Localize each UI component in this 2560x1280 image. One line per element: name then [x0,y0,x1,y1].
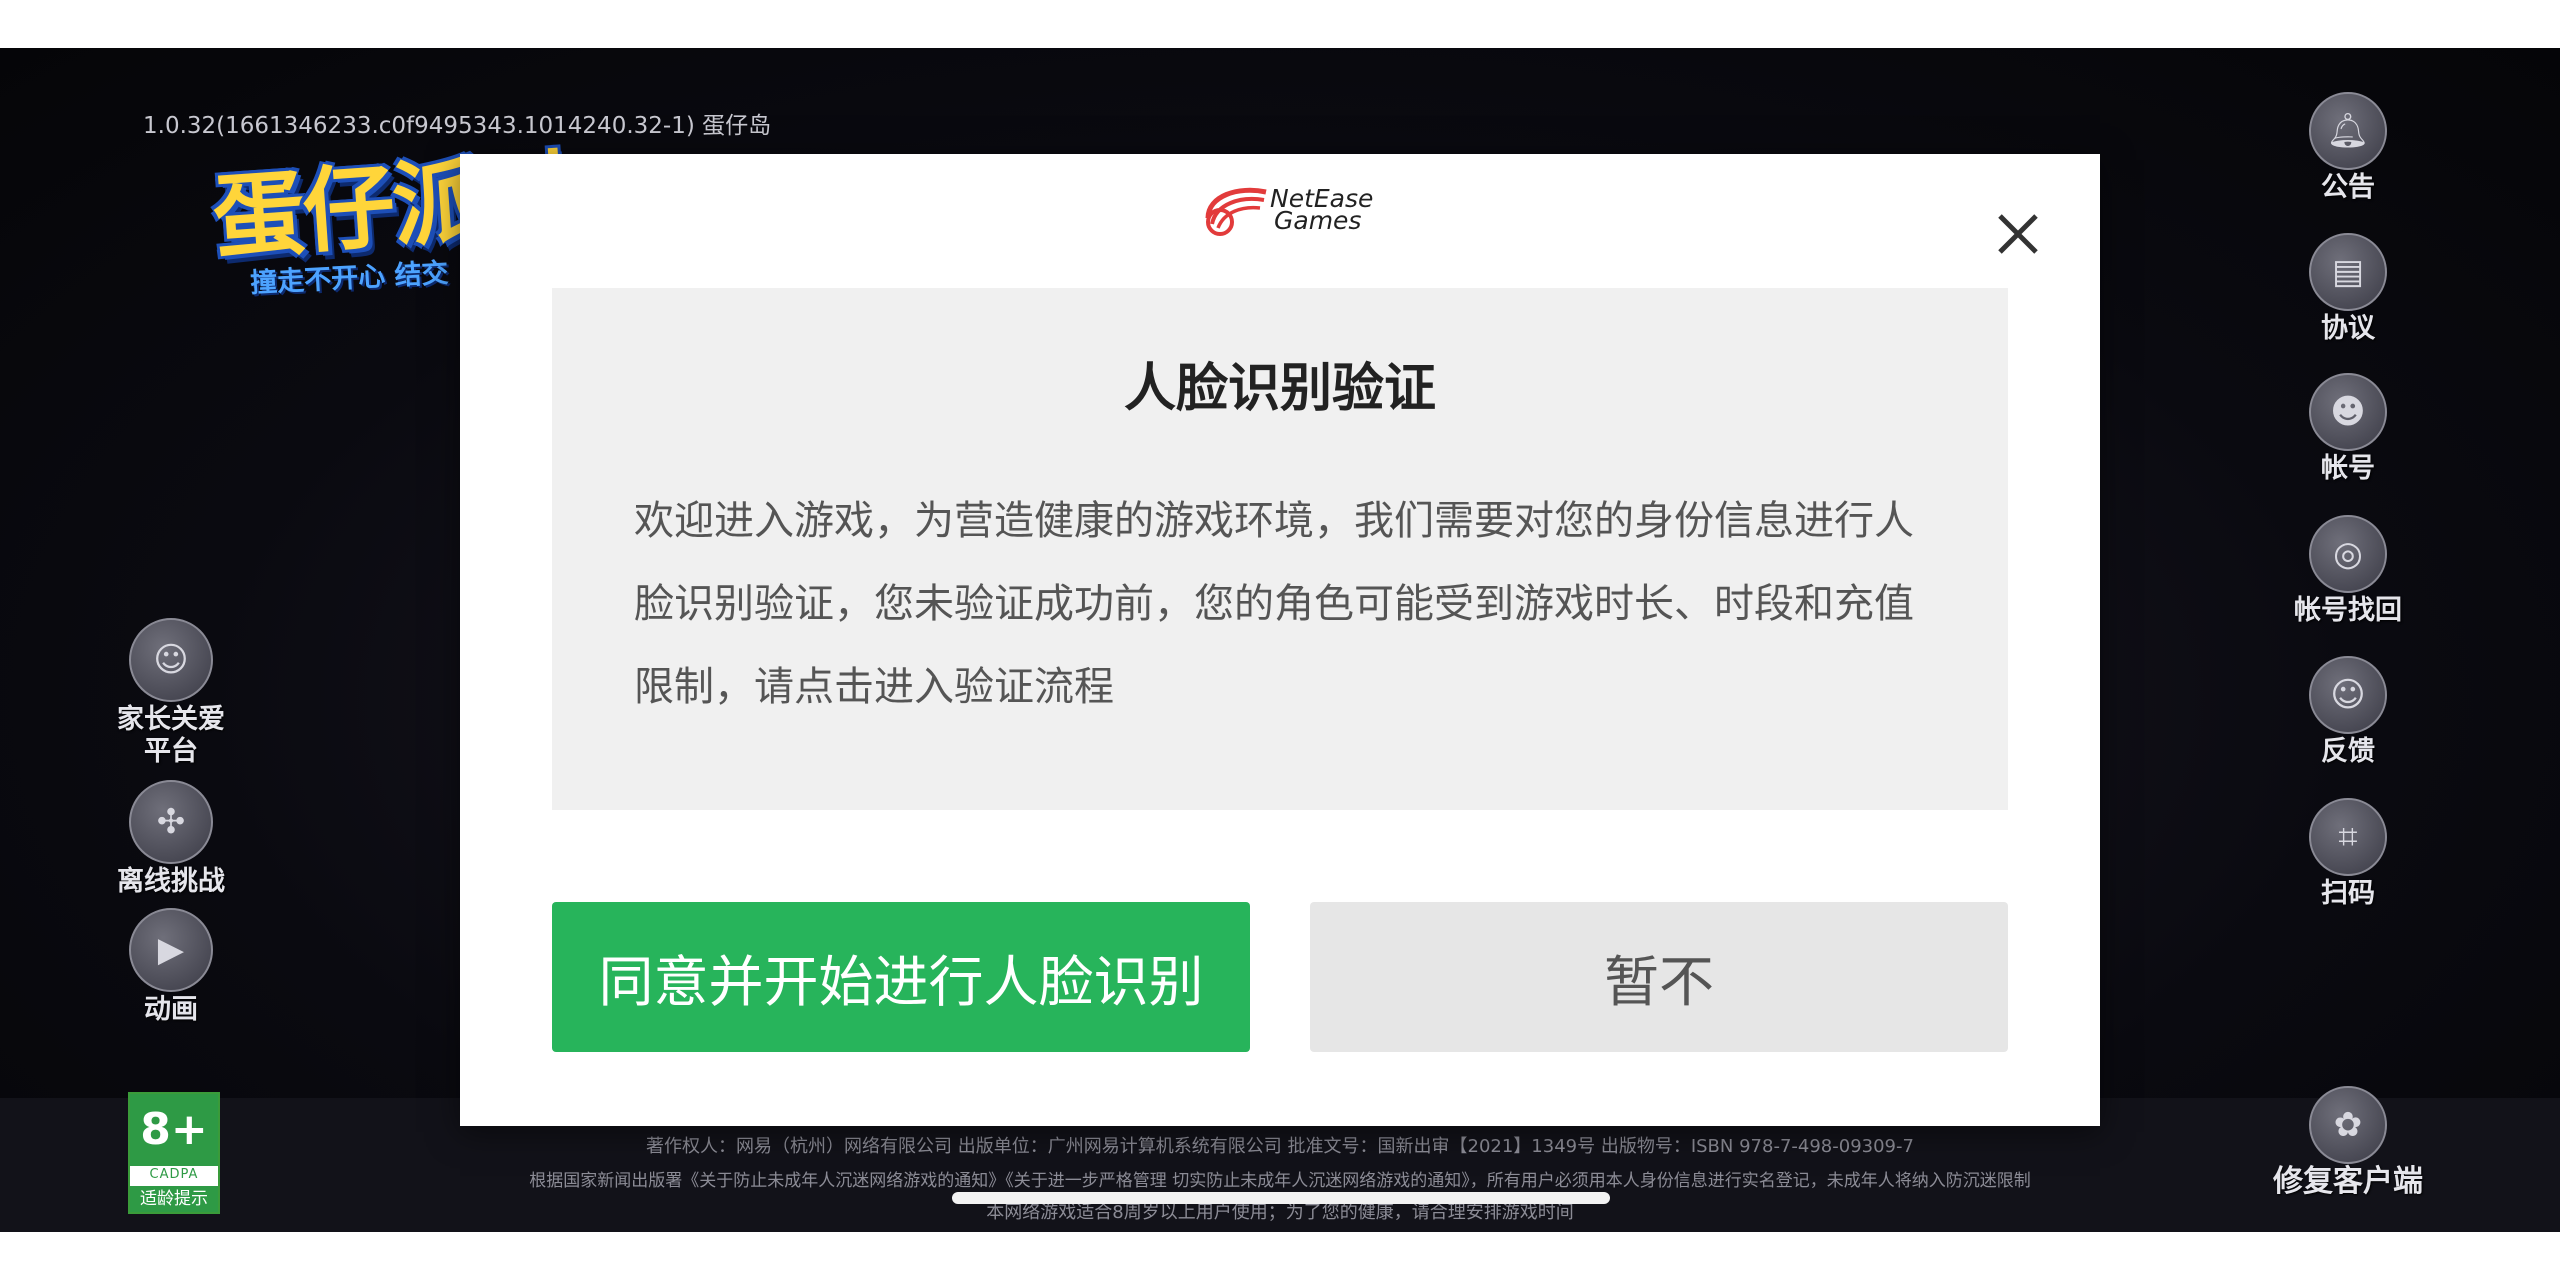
parent-care-button[interactable]: ☺ 家长关爱 平台 [91,618,251,768]
feedback-button[interactable]: ☺ 反馈 [2268,656,2428,768]
document-icon: ▤ [2309,233,2387,311]
home-indicator[interactable] [952,1192,1610,1204]
agreement-label: 协议 [2321,313,2375,344]
account-icon: ☻ [2309,373,2387,451]
bell-icon: 🔔︎ [2309,92,2387,170]
close-icon [1998,214,2038,254]
agree-face-recognition-button[interactable]: 同意并开始进行人脸识别 [552,902,1250,1052]
agreement-button[interactable]: ▤ 协议 [2268,233,2428,345]
legal-copyright: 著作权人：网易（杭州）网络有限公司 出版单位：广州网易计算机系统有限公司 批准文… [646,1136,1914,1157]
account-recovery-button[interactable]: ◎ 帐号找回 [2268,515,2428,627]
dialog-message: 欢迎进入游戏，为营造健康的游戏环境，我们需要对您的身份信息进行人脸识别验证，您未… [634,498,1914,710]
legal-antiaddiction: 根据国家新闻出版署《关于防止未成年人沉迷网络游戏的通知》《关于进一步严格管理 切… [529,1171,2031,1191]
account-button[interactable]: ☻ 帐号 [2268,373,2428,485]
announcement-button[interactable]: 🔔︎ 公告 [2268,92,2428,204]
offline-challenge-label: 离线挑战 [117,866,225,897]
scan-button[interactable]: ⌗ 扫码 [2268,798,2428,910]
scan-label: 扫码 [2321,878,2375,909]
animation-button[interactable]: ▶ 动画 [91,908,251,1026]
play-icon: ▶ [129,908,213,992]
account-recovery-label: 帐号找回 [2294,595,2402,626]
gamepad-icon: ✣ [129,780,213,864]
feedback-icon: ☺ [2309,656,2387,734]
brand-line-2: Games [1274,206,1362,235]
parent-care-label: 家长关爱 平台 [117,704,225,767]
announcement-label: 公告 [2321,172,2375,203]
scan-icon: ⌗ [2309,798,2387,876]
animation-label: 动画 [144,994,198,1025]
screen: 1.0.32(1661346233.c0f9495343.1014240.32-… [0,0,2560,1280]
dialog-title: 人脸识别验证 [1123,359,1436,419]
close-button[interactable] [1990,206,2046,262]
not-now-button[interactable]: 暂不 [1310,902,2008,1052]
dialog-content: 人脸识别验证 欢迎进入游戏，为营造健康的游戏环境，我们需要对您的身份信息进行人脸… [552,288,2008,810]
parent-care-icon: ☺ [129,618,213,702]
netease-logo-icon [1205,187,1267,236]
netease-brand-text: NetEase Games [1270,186,1373,235]
netease-games-logo: NetEase Games [1198,178,1378,248]
account-label: 帐号 [2321,453,2375,484]
offline-challenge-button[interactable]: ✣ 离线挑战 [91,780,251,898]
account-recovery-icon: ◎ [2309,515,2387,593]
feedback-label: 反馈 [2321,736,2375,767]
face-verification-dialog: NetEase Games 人脸识别验证 欢迎进入游戏，为营造健康的游戏环境，我… [460,154,2100,1126]
